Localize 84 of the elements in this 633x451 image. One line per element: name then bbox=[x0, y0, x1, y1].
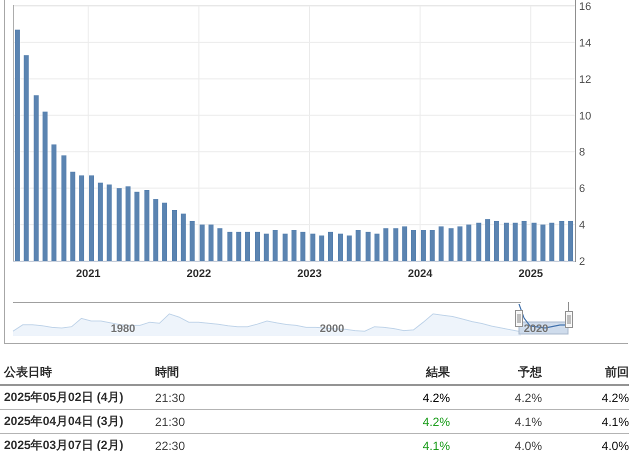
bar bbox=[466, 224, 472, 261]
bar bbox=[383, 228, 388, 261]
column-header: 時間 bbox=[155, 362, 355, 385]
bar bbox=[319, 236, 324, 261]
bar bbox=[310, 234, 316, 261]
bar bbox=[494, 220, 499, 261]
table-cell: 4.1% bbox=[542, 410, 629, 434]
bar bbox=[374, 234, 380, 261]
bar bbox=[356, 230, 361, 261]
table-cell: 2025年04月04日 (3月) bbox=[0, 410, 155, 434]
table-cell: 4.2% bbox=[542, 385, 629, 410]
column-header: 前回 bbox=[542, 362, 629, 385]
table-cell: 4.2% bbox=[355, 410, 450, 434]
x-tick-label: 2023 bbox=[297, 268, 322, 280]
bar bbox=[292, 230, 296, 261]
range-handle[interactable] bbox=[515, 310, 523, 327]
bar bbox=[255, 232, 260, 261]
y-tick-label: 16 bbox=[579, 1, 592, 13]
bar bbox=[300, 232, 306, 261]
bar bbox=[282, 234, 288, 261]
bar bbox=[485, 219, 490, 261]
bar bbox=[180, 214, 186, 261]
bar bbox=[476, 222, 482, 261]
x-tick-label: 2025 bbox=[518, 268, 543, 280]
y-tick-label: 4 bbox=[579, 220, 586, 232]
bar bbox=[227, 232, 232, 261]
bar bbox=[512, 222, 518, 261]
bar bbox=[338, 234, 343, 261]
table-cell: 2025年05月02日 (4月) bbox=[0, 385, 155, 410]
y-tick-label: 10 bbox=[579, 110, 592, 122]
bar bbox=[134, 192, 140, 261]
bar bbox=[328, 232, 333, 261]
column-header: 公表日時 bbox=[0, 362, 155, 385]
table-cell: 4.1% bbox=[355, 434, 450, 451]
bar bbox=[245, 232, 250, 261]
bar bbox=[264, 234, 269, 261]
x-tick-label: 2022 bbox=[186, 268, 212, 280]
bar bbox=[346, 236, 352, 261]
y-tick-label: 6 bbox=[579, 183, 586, 196]
y-tick-label: 12 bbox=[579, 74, 592, 86]
table-cell: 22:30 bbox=[155, 434, 355, 451]
bar bbox=[410, 230, 416, 261]
bar bbox=[200, 224, 205, 261]
bar bbox=[402, 226, 408, 261]
bar bbox=[172, 210, 178, 261]
bar bbox=[522, 220, 527, 261]
bar bbox=[448, 228, 454, 261]
bar bbox=[504, 222, 509, 261]
bar bbox=[208, 224, 214, 261]
bar bbox=[549, 222, 554, 261]
bar bbox=[272, 230, 278, 261]
bar bbox=[162, 202, 168, 261]
column-header: 結果 bbox=[355, 362, 450, 385]
bar bbox=[366, 232, 371, 261]
bar bbox=[430, 230, 435, 261]
table-cell: 21:30 bbox=[155, 410, 355, 434]
bar bbox=[236, 232, 242, 261]
y-tick-label: 2 bbox=[579, 256, 586, 268]
bar bbox=[559, 220, 564, 261]
y-tick-label: 14 bbox=[579, 37, 592, 50]
bar bbox=[457, 226, 462, 261]
bar bbox=[217, 228, 222, 261]
table-cell: 4.1% bbox=[450, 410, 542, 434]
y-tick-label: 8 bbox=[579, 146, 586, 159]
table-cell: 4.0% bbox=[542, 434, 629, 451]
column-header: 予想 bbox=[450, 362, 542, 385]
bar bbox=[438, 226, 444, 261]
bar bbox=[568, 220, 574, 261]
bar bbox=[153, 199, 158, 261]
x-tick-label: 2021 bbox=[76, 268, 100, 280]
bar bbox=[144, 190, 150, 261]
bar bbox=[532, 222, 537, 261]
bar bbox=[393, 228, 398, 261]
x-tick-label: 2024 bbox=[408, 268, 432, 280]
navigator-year-label: 2000 bbox=[320, 323, 344, 335]
table-cell: 4.2% bbox=[355, 385, 450, 410]
bar bbox=[190, 220, 195, 261]
table-cell: 4.2% bbox=[450, 385, 542, 410]
bar bbox=[420, 230, 426, 261]
table-cell: 21:30 bbox=[155, 385, 355, 410]
navigator-year-label: 1980 bbox=[110, 323, 136, 335]
bar bbox=[540, 224, 546, 261]
table-cell: 4.0% bbox=[450, 434, 542, 451]
range-handle[interactable] bbox=[565, 302, 573, 328]
